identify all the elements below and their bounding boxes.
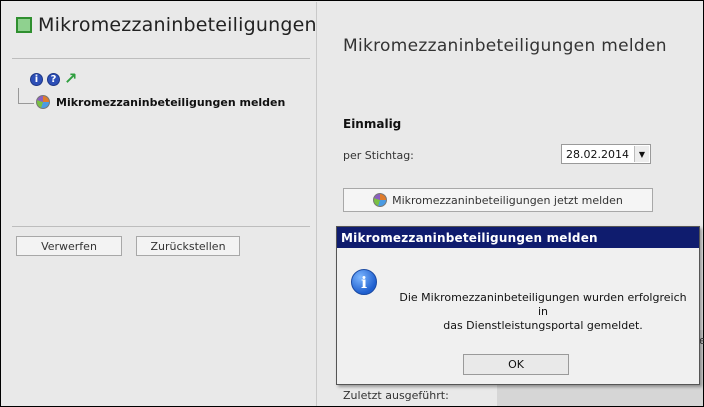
report-now-label: Mikromezzaninbeteiligungen jetzt melden xyxy=(392,193,623,207)
info-icon: i xyxy=(351,269,377,295)
external-link-arrow-icon[interactable]: ↗ xyxy=(64,71,77,87)
divider xyxy=(12,226,310,227)
stichtag-label: per Stichtag: xyxy=(343,149,414,162)
tree-item-melden[interactable]: Mikromezzaninbeteiligungen melden xyxy=(36,95,285,109)
message-dialog: Mikromezzaninbeteiligungen melden i Die … xyxy=(336,226,700,385)
dialog-title: Mikromezzaninbeteiligungen melden xyxy=(337,227,699,248)
dialog-message-line2: das Dienstleistungsportal gemeldet. xyxy=(443,319,643,332)
section-heading: Einmalig xyxy=(343,117,402,131)
toolbar-icons: i ? ↗ xyxy=(30,71,77,87)
page-title: Mikromezzaninbeteiligungen melden xyxy=(343,36,667,56)
app-title: Mikromezzaninbeteiligungen xyxy=(38,14,317,36)
stichtag-value: 28.02.2014 xyxy=(566,147,629,161)
discard-button[interactable]: Verwerfen xyxy=(16,236,122,256)
pie-chart-icon xyxy=(373,193,388,207)
tree-item-label: Mikromezzaninbeteiligungen melden xyxy=(56,95,286,109)
dialog-message-line1: Die Mikromezzaninbeteiligungen wurden er… xyxy=(399,291,687,318)
report-now-button[interactable]: Mikromezzaninbeteiligungen jetzt melden xyxy=(343,188,653,212)
app-header: Mikromezzaninbeteiligungen xyxy=(16,14,317,36)
app-square-icon xyxy=(16,17,32,33)
chevron-down-icon[interactable]: ▼ xyxy=(634,146,649,162)
last-run-label: Zuletzt ausgeführt: xyxy=(343,389,449,402)
tree-connector xyxy=(18,88,19,104)
ok-button[interactable]: OK xyxy=(463,354,569,375)
help-icon[interactable]: ? xyxy=(47,72,60,86)
window-frame: Mikromezzaninbeteiligungen i ? ↗ Mikrome… xyxy=(0,0,704,407)
divider xyxy=(12,58,310,59)
info-icon[interactable]: i xyxy=(30,72,43,86)
dialog-message: Die Mikromezzaninbeteiligungen wurden er… xyxy=(393,291,693,333)
left-pane: Mikromezzaninbeteiligungen i ? ↗ Mikrome… xyxy=(2,2,317,406)
stichtag-select[interactable]: 28.02.2014 ▼ xyxy=(561,144,651,164)
defer-button[interactable]: Zurückstellen xyxy=(136,236,240,256)
tree-connector xyxy=(18,103,34,104)
pie-chart-icon xyxy=(36,95,50,109)
